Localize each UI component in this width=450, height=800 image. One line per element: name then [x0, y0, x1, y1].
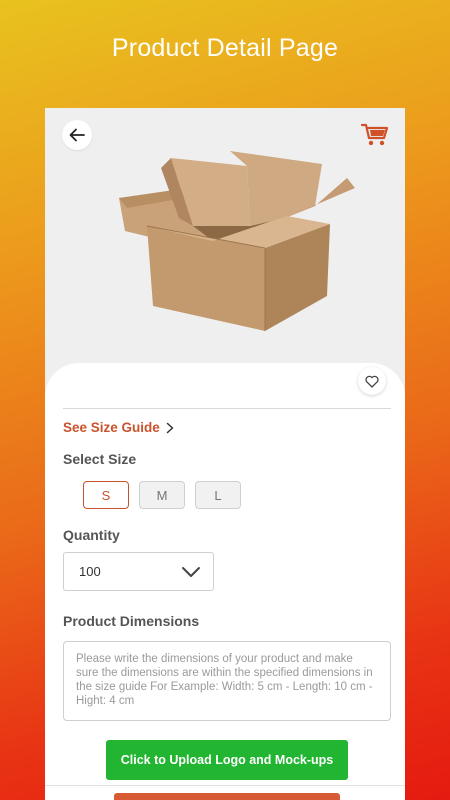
size-guide-label: See Size Guide: [63, 420, 160, 435]
dimensions-input[interactable]: Please write the dimensions of your prod…: [63, 641, 391, 721]
bottom-divider: [45, 785, 405, 786]
heart-icon: [365, 375, 379, 388]
select-size-label: Select Size: [63, 451, 137, 467]
size-selector: S M L: [83, 481, 241, 509]
chevron-right-icon: [166, 422, 174, 433]
back-button[interactable]: [62, 120, 92, 150]
cart-icon: [360, 123, 389, 146]
upload-logo-button[interactable]: Click to Upload Logo and Mock-ups: [106, 740, 348, 780]
arrow-left-icon: [69, 128, 85, 142]
product-details-sheet: See Size Guide Select Size S M L Quantit…: [45, 363, 405, 800]
quantity-label: Quantity: [63, 527, 120, 543]
add-to-cart-button[interactable]: [114, 793, 340, 800]
quantity-dropdown[interactable]: 100: [63, 552, 214, 591]
size-option-l[interactable]: L: [195, 481, 241, 509]
product-image: [119, 151, 355, 331]
favorite-button[interactable]: [358, 367, 386, 395]
dimensions-placeholder: Please write the dimensions of your prod…: [76, 653, 373, 707]
quantity-value: 100: [79, 564, 101, 579]
size-option-s[interactable]: S: [83, 481, 129, 509]
size-option-m[interactable]: M: [139, 481, 185, 509]
product-dimensions-label: Product Dimensions: [63, 613, 200, 629]
divider: [63, 408, 391, 409]
cart-button[interactable]: [360, 122, 389, 148]
product-detail-screen: See Size Guide Select Size S M L Quantit…: [45, 108, 405, 800]
banner-title: Product Detail Page: [111, 34, 339, 62]
chevron-down-icon: [182, 566, 200, 577]
size-guide-link[interactable]: See Size Guide: [63, 420, 174, 435]
